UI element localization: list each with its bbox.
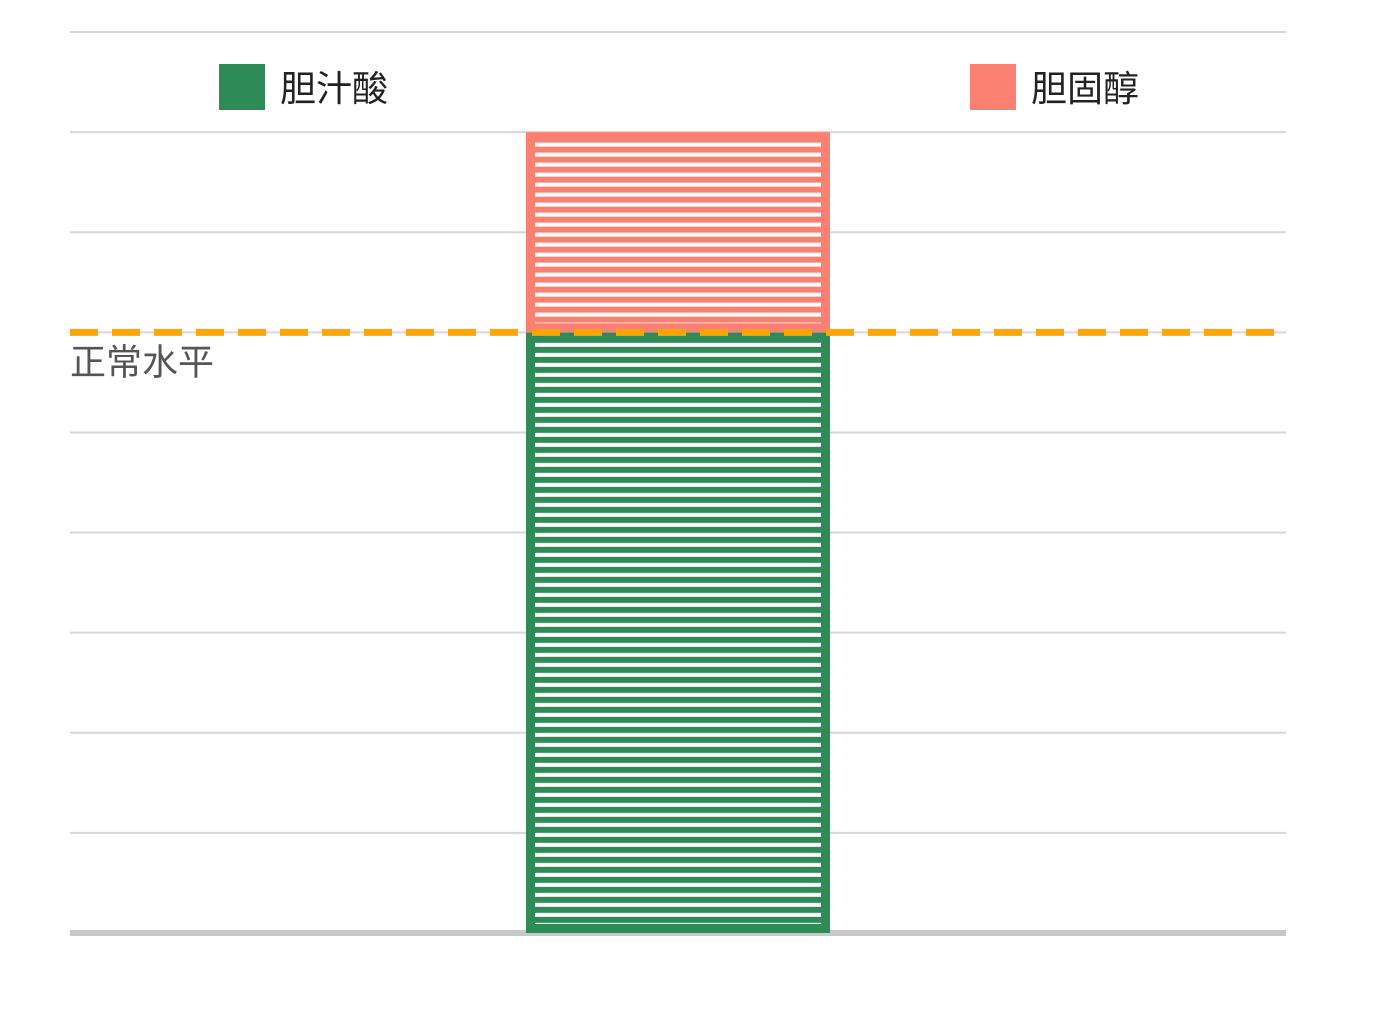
- bar-stripe: [526, 386, 830, 393]
- bar-stripe: [526, 426, 830, 433]
- bar-stripe: [526, 686, 830, 693]
- bar-segment-cholesterol: [526, 132, 830, 333]
- bar-stripe: [526, 166, 830, 173]
- bar-stripe: [526, 746, 830, 753]
- bar-segment-bile-acid: [526, 332, 830, 934]
- bar-stripe: [526, 756, 830, 763]
- stacked-bar-chart: 正常水平 胆汁酸 胆固醇: [70, 31, 1286, 936]
- bar-stripe: [526, 546, 830, 553]
- bar-stripe: [526, 346, 830, 353]
- bar-stripe: [526, 736, 830, 743]
- bar-stripe: [526, 156, 830, 163]
- bar-stack: [526, 132, 830, 934]
- bar-stripe: [526, 856, 830, 863]
- bar-stripe: [526, 656, 830, 663]
- bar-stripe: [526, 876, 830, 883]
- bar-stripe: [526, 216, 830, 223]
- bar-stripe: [526, 316, 830, 323]
- bar-stripe: [526, 806, 830, 813]
- bar-stripe: [526, 306, 830, 313]
- bar-stripe: [526, 276, 830, 283]
- bar-stripe: [526, 816, 830, 823]
- bar-stripe: [526, 846, 830, 853]
- bar-stripe: [526, 476, 830, 483]
- bar-stripe: [526, 866, 830, 873]
- bar-stripe: [526, 376, 830, 383]
- bar-stripe: [526, 456, 830, 463]
- legend-label: 胆汁酸: [280, 69, 388, 110]
- bar-stripe: [526, 586, 830, 593]
- bar-stripe: [526, 406, 830, 413]
- bar-stripe: [526, 266, 830, 273]
- bar-stripe: [526, 436, 830, 443]
- bar-stripe: [526, 296, 830, 303]
- bar-stripe: [526, 496, 830, 503]
- bar-stripe: [526, 146, 830, 153]
- bar-stripe: [526, 526, 830, 533]
- bar-stripe: [526, 676, 830, 683]
- legend-item-cholesterol: 胆固醇: [970, 64, 1139, 110]
- bar-stripe: [526, 836, 830, 843]
- bar-stripe: [526, 206, 830, 213]
- legend-item-bile-acid: 胆汁酸: [219, 64, 388, 110]
- bar-stripe: [526, 356, 830, 363]
- bar-stripe: [526, 776, 830, 783]
- bar-stripe: [526, 716, 830, 723]
- legend-label: 胆固醇: [1031, 69, 1139, 110]
- bar-stripe: [526, 616, 830, 623]
- bar-stripe: [526, 226, 830, 233]
- bar-stripe: [526, 536, 830, 543]
- bar-stripe: [526, 896, 830, 903]
- bar-stripe: [526, 706, 830, 713]
- bar-stripe: [526, 606, 830, 613]
- bar-stripe: [526, 286, 830, 293]
- bar-stripe: [526, 886, 830, 893]
- bar-stripe: [526, 726, 830, 733]
- bar-stripe: [526, 506, 830, 513]
- bar-stripe: [526, 396, 830, 403]
- bar-stripe: [526, 516, 830, 523]
- legend-swatch: [970, 64, 1016, 110]
- bar-stripe: [526, 176, 830, 183]
- bar-stripe: [526, 366, 830, 373]
- bar-stripe: [526, 786, 830, 793]
- bar-stripe: [526, 646, 830, 653]
- bar-stripe: [526, 576, 830, 583]
- bar-stripe: [526, 696, 830, 703]
- bar-stripe: [526, 486, 830, 493]
- bar-stripe: [526, 236, 830, 243]
- bar-stripe: [526, 256, 830, 263]
- bar-stripe: [526, 186, 830, 193]
- bar-stripe: [526, 626, 830, 633]
- normal-level-label: 正常水平: [70, 342, 214, 383]
- bar-stripe: [526, 246, 830, 253]
- bar-stripe: [526, 636, 830, 643]
- bar-stripe: [526, 826, 830, 833]
- legend: 胆汁酸 胆固醇: [219, 64, 1139, 110]
- bar-stripe: [526, 666, 830, 673]
- bar-stripe: [526, 766, 830, 773]
- bar-stripe: [526, 796, 830, 803]
- bar-stripe: [526, 416, 830, 423]
- legend-swatch: [219, 64, 265, 110]
- bar-stripe: [526, 196, 830, 203]
- bar-stripe: [526, 446, 830, 453]
- bar-stripe: [526, 916, 830, 923]
- bar-stripe: [526, 566, 830, 573]
- bar-stripe: [526, 556, 830, 563]
- bar-stripe: [526, 596, 830, 603]
- bar-stripe: [526, 906, 830, 913]
- bar-stripe: [526, 466, 830, 473]
